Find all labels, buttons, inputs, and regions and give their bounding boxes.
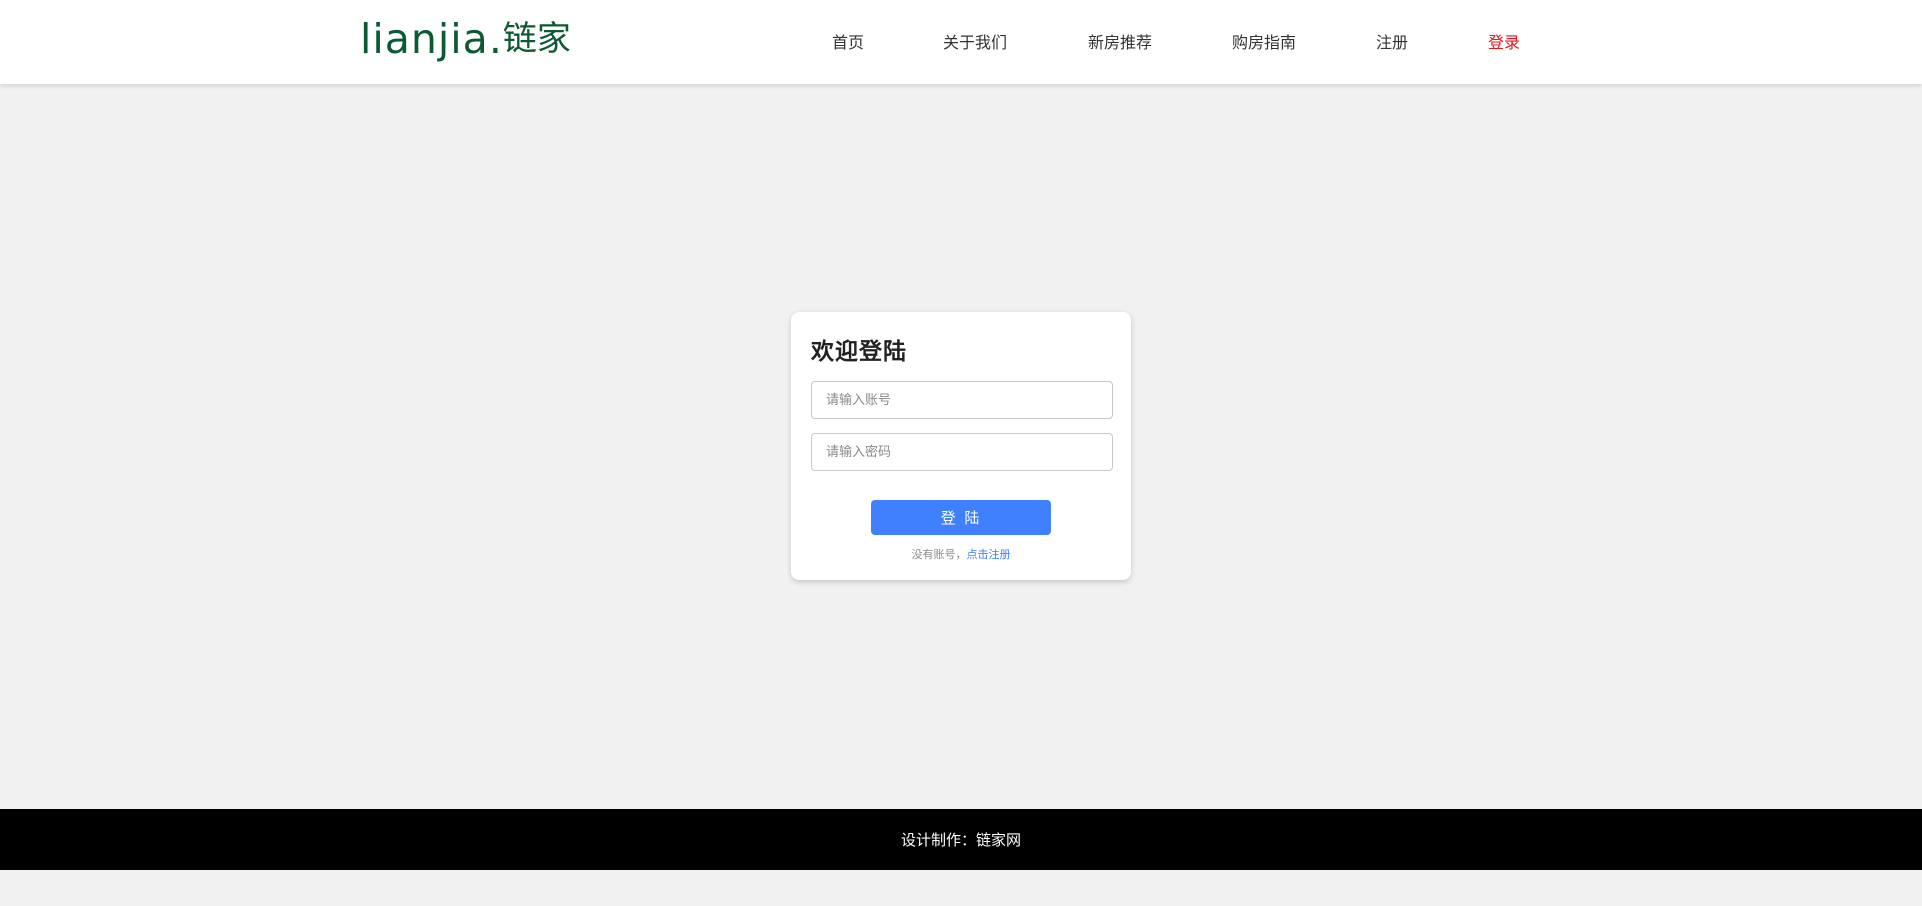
nav-home[interactable]: 首页	[832, 0, 864, 84]
nav-register[interactable]: 注册	[1376, 0, 1408, 84]
footer-credit: 设计制作：链家网	[900, 831, 1021, 849]
page-footer: 设计制作：链家网	[0, 809, 1922, 870]
nav-buying-guide[interactable]: 购房指南	[1232, 0, 1296, 84]
username-input[interactable]	[811, 381, 1113, 419]
password-input[interactable]	[811, 433, 1113, 471]
nav-new-homes[interactable]: 新房推荐	[1088, 0, 1152, 84]
logo-dot: .	[488, 15, 503, 63]
no-account-text: 没有账号，	[911, 548, 967, 561]
lianjia-logo[interactable]: lianjia . 链家	[360, 16, 571, 62]
logo-wordmark: lianjia	[360, 15, 489, 63]
top-header: lianjia . 链家 首页 关于我们 新房推荐 购房指南 注册 登录	[0, 0, 1922, 84]
login-card: 欢迎登陆 登 陆 没有账号，点击注册	[791, 312, 1131, 580]
login-title: 欢迎登陆	[811, 339, 907, 365]
register-hint: 没有账号，点击注册	[791, 546, 1131, 562]
nav-login[interactable]: 登录	[1488, 0, 1520, 84]
register-link[interactable]: 点击注册	[967, 548, 1011, 561]
login-button[interactable]: 登 陆	[871, 500, 1051, 535]
logo-chinese-name: 链家	[502, 19, 571, 59]
nav-about-us[interactable]: 关于我们	[943, 0, 1007, 84]
